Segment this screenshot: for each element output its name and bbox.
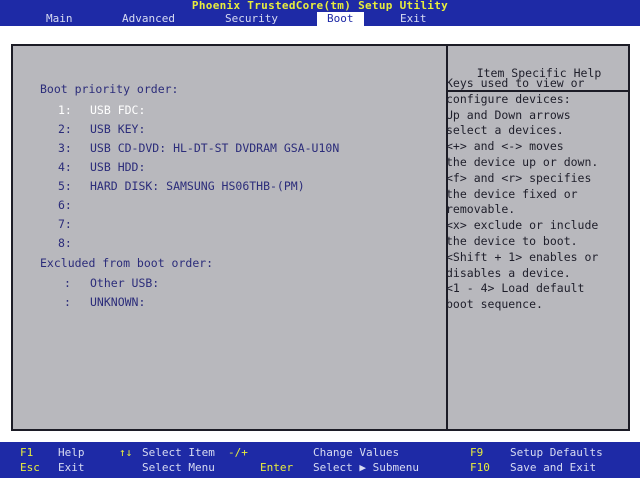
footer-select-menu: Select Menu bbox=[142, 461, 215, 474]
excluded-item-2-device[interactable]: UNKNOWN: bbox=[90, 295, 145, 309]
help-line: <x> exclude or include bbox=[446, 218, 599, 233]
menu-boot[interactable]: Boot bbox=[317, 12, 364, 26]
spacer-band bbox=[0, 26, 640, 46]
excluded-heading: Excluded from boot order: bbox=[40, 256, 214, 270]
help-panel-text: Keys used to view or configure devices: … bbox=[446, 76, 616, 313]
menu-bar: Main Advanced Security Boot Exit bbox=[0, 12, 640, 26]
excluded-item-1-num: : bbox=[64, 276, 71, 290]
boot-item-1-num: 1: bbox=[58, 103, 72, 117]
key-f10: F10 bbox=[470, 461, 490, 474]
boot-item-2-num: 2: bbox=[58, 122, 72, 136]
key-f1: F1 bbox=[20, 446, 34, 459]
boot-item-5-device[interactable]: HARD DISK: SAMSUNG HS06THB-(PM) bbox=[90, 179, 305, 193]
key-plus-minus: -/+ bbox=[228, 446, 248, 459]
boot-item-3-device[interactable]: USB CD-DVD: HL-DT-ST DVDRAM GSA-U10N bbox=[90, 141, 339, 155]
help-line: Up and Down arrows bbox=[446, 107, 571, 122]
footer-select-submenu: Select ▶ Submenu bbox=[313, 461, 419, 474]
help-line: boot sequence. bbox=[446, 297, 543, 312]
boot-item-4-num: 4: bbox=[58, 160, 72, 174]
boot-item-3-num: 3: bbox=[58, 141, 72, 155]
window-title: Phoenix TrustedCore(tm) Setup Utility bbox=[0, 0, 640, 12]
footer-bar: F1 Help ↑↓ Select Item -/+ Change Values… bbox=[0, 442, 640, 478]
help-line: the device fixed or bbox=[446, 186, 578, 201]
key-esc: Esc bbox=[20, 461, 40, 474]
menu-main[interactable]: Main bbox=[36, 12, 83, 26]
boot-item-5-num: 5: bbox=[58, 179, 72, 193]
help-line: Keys used to view or bbox=[446, 76, 585, 90]
boot-priority-heading: Boot priority order: bbox=[40, 82, 179, 96]
help-line: <1 - 4> Load default bbox=[446, 281, 585, 296]
menu-security[interactable]: Security bbox=[215, 12, 288, 26]
help-line: <f> and <r> specifies bbox=[446, 170, 592, 185]
help-line: <+> and <-> moves bbox=[446, 139, 564, 154]
help-line: select a devices. bbox=[446, 123, 564, 138]
excluded-item-1-device[interactable]: Other USB: bbox=[90, 276, 159, 290]
footer-help: Help bbox=[58, 446, 85, 459]
help-line: <Shift + 1> enables or bbox=[446, 249, 599, 264]
boot-item-7-num: 7: bbox=[58, 217, 72, 231]
help-line: the device up or down. bbox=[446, 154, 599, 169]
excluded-item-2-num: : bbox=[64, 295, 71, 309]
footer-select-item: Select Item bbox=[142, 446, 215, 459]
key-f9: F9 bbox=[470, 446, 484, 459]
help-line: the device to boot. bbox=[446, 233, 578, 248]
footer-change-values: Change Values bbox=[313, 446, 400, 459]
footer-save-and-exit: Save and Exit bbox=[510, 461, 597, 474]
key-arrows-updown: ↑↓ bbox=[119, 446, 133, 459]
help-line: disables a device. bbox=[446, 265, 571, 280]
menu-exit[interactable]: Exit bbox=[390, 12, 437, 26]
boot-item-4-device[interactable]: USB HDD: bbox=[90, 160, 145, 174]
menu-advanced[interactable]: Advanced bbox=[112, 12, 185, 26]
boot-item-8-num: 8: bbox=[58, 236, 72, 250]
boot-item-1-device[interactable]: USB FDC: bbox=[90, 103, 145, 117]
help-line: removable. bbox=[446, 202, 516, 217]
boot-item-2-device[interactable]: USB KEY: bbox=[90, 122, 145, 136]
help-line: configure devices: bbox=[446, 91, 571, 106]
footer-setup-defaults: Setup Defaults bbox=[510, 446, 603, 459]
boot-item-6-num: 6: bbox=[58, 198, 72, 212]
key-enter: Enter bbox=[260, 461, 294, 474]
footer-exit: Exit bbox=[58, 461, 85, 474]
